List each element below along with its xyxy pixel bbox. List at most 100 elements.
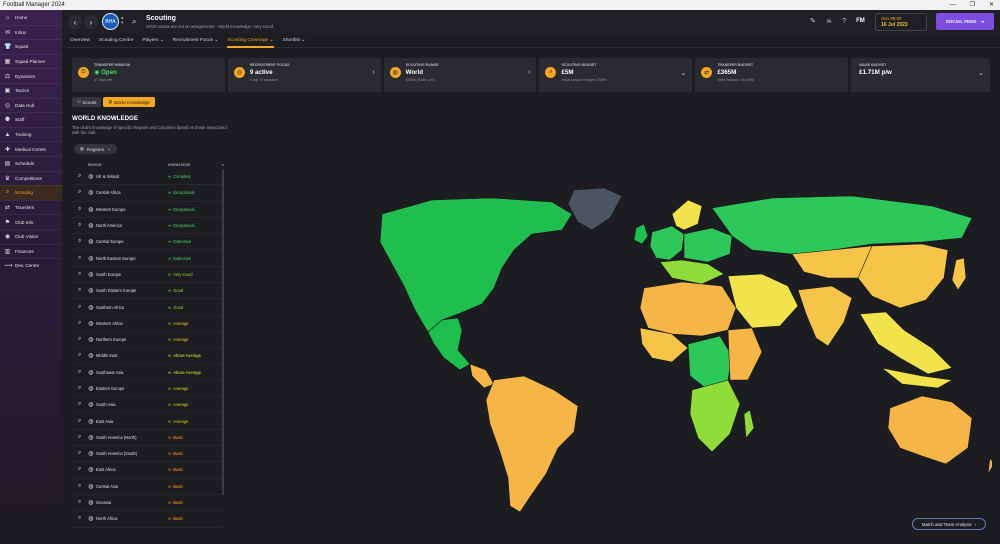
magnify-icon[interactable]: ⌕ [78, 287, 81, 294]
back-button[interactable]: ‹ [68, 15, 82, 29]
table-row[interactable]: ⌕ ◍ North Africa ∞ Basic [72, 511, 222, 528]
table-row[interactable]: ⌕ ◍ South Asia ∞ Average [72, 397, 222, 414]
tab-players[interactable]: Players ⌄ [142, 34, 163, 48]
map-north-africa[interactable] [639, 281, 737, 337]
maximize-icon[interactable]: ❐ [970, 0, 975, 10]
magnify-icon[interactable]: ⌕ [78, 206, 81, 213]
table-row[interactable]: ⌕ ◍ Southeast Asia ∞ Above Average [72, 365, 222, 381]
card-wage-budget[interactable]: WAGE BUDGET £1.71M p/w ⌄ [851, 58, 990, 92]
map-europe-south[interactable] [659, 259, 725, 285]
magnify-icon[interactable]: ⌕ [78, 255, 81, 262]
card-transfer-budget[interactable]: ⇄ TRANSFER BUDGET £365M Start Season: £40.9… [695, 58, 849, 92]
social-feed-button[interactable]: SOCIAL FEED ➜ [936, 13, 994, 30]
match-analysis-button[interactable]: Match and Team Analysis › [912, 518, 986, 530]
table-row[interactable]: ⌕ ◍ Oceania ∞ Basic [72, 495, 222, 512]
region-name[interactable]: South America (North) [96, 435, 137, 440]
sidebar-item-finances[interactable]: ▥ Finances [0, 243, 62, 259]
magnify-icon[interactable]: ⌕ [78, 369, 81, 376]
table-row[interactable]: ⌕ ◍ Western Africa ∞ Average [72, 316, 222, 332]
regions-dropdown[interactable]: ◍ Regions ⌄ [74, 144, 117, 154]
sidebar-item-inbox[interactable]: ✉ Inbox [0, 24, 62, 40]
chevron-icon[interactable]: ⌄ [978, 69, 984, 77]
region-name[interactable]: Western Europe [96, 207, 126, 212]
region-name[interactable]: South Europe [96, 272, 121, 277]
magnify-icon[interactable]: ⌕ [78, 271, 81, 278]
magnify-icon[interactable]: ⌕ [78, 401, 81, 408]
table-row[interactable]: ⌕ ◍ Central Europe ∞ Extensive [72, 234, 222, 251]
region-name[interactable]: East Africa [96, 467, 116, 472]
magnify-icon[interactable]: ⌕ [78, 466, 81, 473]
table-row[interactable]: ⌕ ◍ East Africa ∞ Basic [72, 462, 222, 479]
sidebar-item-medical-centre[interactable]: ✚ Medical Centre [0, 141, 62, 156]
sidebar-item-data-hub[interactable]: ◎ Data Hub [0, 97, 62, 113]
map-indonesia[interactable] [881, 367, 953, 389]
table-row[interactable]: ⌕ ◍ South Europe ∞ Very Good [72, 267, 222, 284]
map-uk[interactable] [633, 223, 649, 245]
table-row[interactable]: ⌕ ◍ Southern Africa ∞ Good [72, 299, 222, 316]
continue-date-box[interactable]: Sun 08:00 16 Jul 2023 [875, 13, 927, 31]
table-row[interactable]: ⌕ ◍ Central Asia ∞ Basic [72, 479, 222, 495]
region-name[interactable]: South Eastern Europe [96, 288, 136, 293]
map-north-america[interactable] [379, 197, 573, 333]
magnify-icon[interactable]: ⌕ [78, 515, 81, 522]
map-madagascar[interactable] [743, 409, 755, 439]
card-scouting-budget[interactable]: ⌕ SCOUTING BUDGET £5M Initial season budget… [539, 58, 693, 92]
sidebar-item-transfers[interactable]: ⇄ Transfers [0, 199, 62, 215]
magnify-icon[interactable]: ⌕ [78, 189, 81, 196]
map-new-zealand[interactable] [987, 457, 992, 475]
table-row[interactable]: ⌕ ◍ Central Africa ∞ Exceptional [72, 185, 222, 202]
magnify-icon[interactable]: ⌕ [78, 173, 81, 180]
region-name[interactable]: Southeast Asia [96, 370, 123, 375]
tab-recruitment-focus[interactable]: Recruitment Focus ⌄ [173, 34, 219, 48]
region-name[interactable]: Northern Europe [96, 337, 126, 342]
region-name[interactable]: Southern Africa [96, 305, 124, 310]
magnify-icon[interactable]: ⌕ [78, 336, 81, 343]
table-row[interactable]: ⌕ ◍ South America (North) ∞ Basic [72, 430, 222, 447]
table-scrollbar[interactable] [222, 169, 224, 495]
region-name[interactable]: Eastern Europe [96, 386, 124, 391]
map-scandinavia[interactable] [671, 199, 703, 231]
region-name[interactable]: North Africa [96, 516, 117, 521]
sidebar-item-scouting[interactable]: ⌕ Scouting [0, 185, 62, 200]
table-row[interactable]: ⌕ ◍ Middle East ∞ Above Average [72, 348, 222, 365]
club-switch-icon[interactable]: ▴ ▾ [121, 16, 124, 26]
region-name[interactable]: North America [96, 223, 122, 228]
sidebar-item-training[interactable]: ▲ Training [0, 126, 62, 142]
sidebar-item-club-info[interactable]: ⚑ Club Info [0, 214, 62, 229]
sidebar-item-competitions[interactable]: ♛ Competitions [0, 170, 62, 186]
table-row[interactable]: ⌕ ◍ North Eastern Europe ∞ Extensive [72, 250, 222, 267]
magnify-icon[interactable]: ⌕ [78, 385, 81, 392]
region-name[interactable]: East Asia [96, 419, 113, 424]
region-name[interactable]: UK & Ireland [96, 174, 119, 179]
sidebar-item-home[interactable]: ⌂ Home [0, 10, 62, 25]
map-central-america[interactable] [469, 363, 495, 389]
chevron-icon[interactable]: ⌄ [680, 69, 686, 77]
fm-menu-button[interactable]: FM [856, 18, 865, 24]
sidebar-item-club-vision[interactable]: ◉ Club Vision [0, 228, 62, 244]
map-east-asia[interactable] [857, 243, 949, 309]
map-europe-west[interactable] [649, 225, 685, 261]
map-australia[interactable] [887, 395, 973, 465]
table-row[interactable]: ⌕ ◍ South Eastern Europe ∞ Good [72, 283, 222, 300]
table-row[interactable]: ⌕ ◍ Western Europe ∞ Exceptional [72, 202, 222, 218]
table-row[interactable]: ⌕ ◍ East Asia ∞ Average [72, 413, 222, 430]
skull-icon[interactable]: ☠ [826, 17, 832, 25]
knowledge-column-header[interactable]: KNOWLEDGE [168, 163, 190, 167]
region-name[interactable]: Central Asia [96, 484, 118, 489]
region-name[interactable]: Central Africa [96, 190, 121, 195]
map-greenland[interactable] [567, 187, 623, 231]
tab-scouting-centre[interactable]: Scouting Centre [99, 34, 133, 48]
tab-scouting-coverage[interactable]: Scouting Coverage ⌄ [227, 34, 274, 48]
card-transfer-window[interactable]: ⏲ TRANSFER WINDOW ◉ Open 47 days left [72, 58, 225, 92]
help-icon[interactable]: ? [842, 18, 846, 25]
world-knowledge-tab[interactable]: ◍ World Knowledge [103, 97, 155, 107]
map-europe-central[interactable] [683, 227, 733, 263]
magnify-icon[interactable]: ⌕ [78, 434, 81, 441]
map-east-africa[interactable] [727, 327, 763, 381]
magnify-icon[interactable]: ⌕ [78, 304, 81, 311]
magnify-icon[interactable]: ⌕ [78, 238, 81, 245]
map-south-asia[interactable] [797, 285, 853, 347]
sidebar-item-dev-centre[interactable]: ⟿ Dev. Centre [0, 258, 62, 273]
scouts-tab[interactable]: ⚇ Scouts [72, 97, 102, 107]
magnify-icon[interactable]: ⌕ [78, 418, 81, 425]
